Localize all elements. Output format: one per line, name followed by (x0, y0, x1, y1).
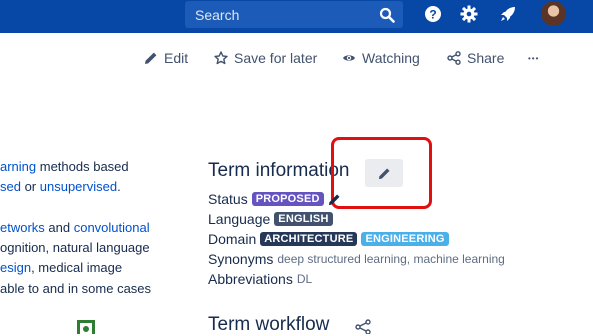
synonyms-row: Synonyms deep structured learning, machi… (208, 251, 505, 267)
rocket-icon[interactable] (499, 5, 517, 23)
language-lozenge: ENGLISH (274, 212, 333, 226)
svg-text:?: ? (429, 8, 436, 22)
top-navigation-bar: Search ? (0, 0, 593, 33)
save-for-later-label: Save for later (234, 50, 318, 66)
link[interactable]: convolutional (74, 220, 150, 235)
body-line: ognition, natural language (0, 240, 150, 256)
share-icon (447, 51, 461, 65)
watching-button[interactable]: Watching (342, 50, 420, 66)
pencil-icon[interactable] (328, 193, 341, 206)
search-icon[interactable] (379, 7, 395, 23)
link[interactable]: arning (0, 159, 36, 174)
annotation-highlight-box (331, 137, 432, 209)
edit-button[interactable]: Edit (144, 50, 188, 66)
search-input[interactable]: Search (195, 7, 239, 23)
link[interactable]: sed (0, 179, 21, 194)
body-line: arning methods based (0, 159, 129, 174)
gear-icon[interactable] (460, 5, 478, 23)
share-button[interactable]: Share (447, 50, 504, 66)
abbreviations-value: DL (296, 272, 313, 286)
more-actions-button[interactable]: ••• (528, 54, 539, 63)
body-line (0, 198, 151, 218)
pencil-icon (145, 52, 157, 64)
watching-label: Watching (362, 50, 420, 66)
term-workflow-heading: Term workflow (208, 314, 330, 335)
link[interactable]: unsupervised (40, 179, 117, 194)
body-line: esign, medical image (0, 260, 123, 276)
language-label: Language (208, 211, 271, 227)
search-box[interactable]: Search (185, 1, 403, 28)
body-line: able to and in some cases (0, 280, 152, 296)
status-row: Status PROPOSED (208, 191, 341, 207)
body-line: etworks and convolutional (0, 219, 150, 235)
help-icon[interactable]: ? (424, 5, 442, 23)
language-row: Language ENGLISH (208, 211, 333, 227)
save-for-later-button[interactable]: Save for later (214, 50, 317, 66)
abbreviations-label: Abbreviations (208, 271, 293, 287)
domain-label: Domain (208, 231, 257, 247)
link[interactable]: esign (0, 260, 31, 275)
edit-label: Edit (164, 50, 189, 66)
term-information-heading: Term information (208, 160, 350, 181)
app-logo-icon (77, 320, 95, 334)
star-icon (214, 51, 228, 65)
synonyms-label: Synonyms (208, 251, 274, 267)
body-line: sed or unsupervised. (0, 179, 121, 195)
link[interactable]: etworks (0, 220, 45, 235)
domain-row: Domain ARCHITECTURE ENGINEERING (208, 231, 449, 247)
eye-icon (343, 55, 355, 61)
domain-lozenge: ENGINEERING (361, 232, 449, 246)
workflow-icon[interactable] (355, 319, 371, 334)
status-lozenge: PROPOSED (251, 192, 324, 206)
status-label: Status (208, 191, 248, 207)
more-actions-label: ••• (528, 54, 540, 63)
domain-lozenge: ARCHITECTURE (260, 232, 358, 246)
page-body-text: arning methods based sed or unsupervised… (0, 157, 151, 299)
user-avatar[interactable] (541, 1, 566, 26)
synonyms-value: deep structured learning, machine learni… (277, 252, 505, 266)
abbreviations-row: Abbreviations DL (208, 271, 312, 287)
share-label: Share (467, 50, 505, 66)
